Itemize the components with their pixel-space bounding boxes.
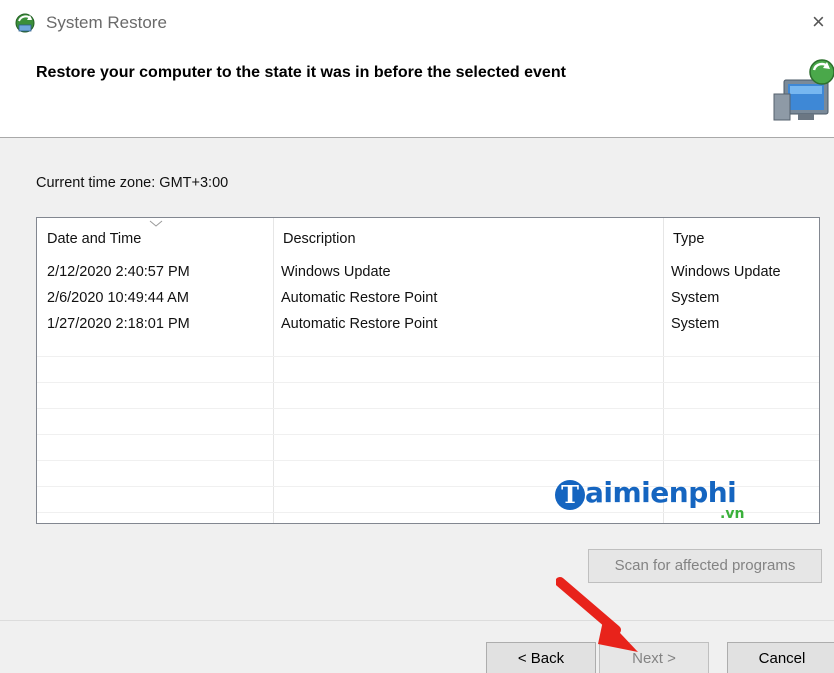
grid-line [37, 408, 819, 409]
table-row[interactable]: 2/12/2020 2:40:57 PM Windows Update Wind… [37, 260, 819, 286]
window-title: System Restore [46, 13, 167, 32]
column-header-label: Date and Time [47, 231, 142, 247]
header-band: Restore your computer to the state it wa… [0, 44, 834, 138]
watermark-text: aimienphi [585, 476, 737, 509]
watermark-logo: T aimienphi .vn [555, 476, 755, 524]
grid-line [37, 356, 819, 357]
cell-type: Windows Update [671, 264, 781, 280]
title-bar: System Restore × [0, 0, 834, 44]
system-restore-icon [15, 13, 35, 33]
page-title: Restore your computer to the state it wa… [36, 64, 566, 81]
cell-type: System [671, 290, 720, 306]
red-pointer-arrow-icon [556, 577, 638, 652]
grid-line [37, 434, 819, 435]
cancel-button[interactable]: Cancel [727, 642, 834, 673]
close-button[interactable]: × [812, 8, 834, 36]
cell-type: System [671, 316, 720, 332]
cell-date: 2/6/2020 10:49:44 AM [47, 290, 189, 306]
column-header-type[interactable]: Type [663, 218, 819, 260]
cell-description: Automatic Restore Point [281, 316, 438, 332]
timezone-label: Current time zone: GMT+3:00 [36, 175, 229, 191]
column-header-label: Description [283, 231, 356, 247]
grid-line [37, 460, 819, 461]
cell-date: 2/12/2020 2:40:57 PM [47, 264, 190, 280]
watermark-initial: T [555, 480, 585, 510]
cell-description: Windows Update [281, 264, 391, 280]
column-header-label: Type [673, 231, 705, 247]
cell-description: Automatic Restore Point [281, 290, 438, 306]
table-row[interactable]: 2/6/2020 10:49:44 AM Automatic Restore P… [37, 286, 819, 312]
system-restore-window: System Restore × Restore your computer t… [0, 0, 834, 673]
table-body: 2/12/2020 2:40:57 PM Windows Update Wind… [37, 260, 819, 338]
column-header-description[interactable]: Description [273, 218, 663, 260]
watermark-suffix: .vn [720, 506, 745, 522]
cell-date: 1/27/2020 2:18:01 PM [47, 316, 190, 332]
sort-descending-icon [149, 220, 163, 227]
restore-monitor-icon [773, 59, 834, 121]
table-row[interactable]: 1/27/2020 2:18:01 PM Automatic Restore P… [37, 312, 819, 338]
grid-line [37, 382, 819, 383]
footer-divider [0, 620, 834, 621]
